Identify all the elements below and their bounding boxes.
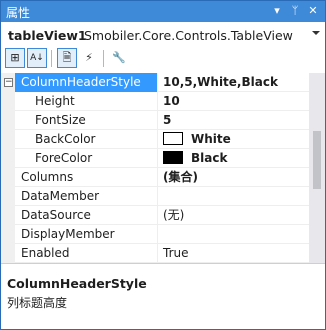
property-name: ForeColor [15,149,158,168]
alphabetical-icon[interactable]: A↓ [27,48,47,68]
property-row-backcolor[interactable]: BackColor White [1,130,309,149]
properties-toolbar: ⊞ A↓ 🗎 ⚡ 🔧 [1,46,325,72]
property-grid: − ColumnHeaderStyle 10,5,White,Black Hei… [1,73,309,263]
row-gutter [1,244,15,263]
events-icon[interactable]: ⚡ [79,48,99,68]
properties-window: 属性 ▾ ᛘ ✕ tableView1 Smobiler.Core.Contro… [0,0,326,330]
property-row-height[interactable]: Height 10 [1,92,309,111]
color-swatch-white [163,132,183,145]
properties-icon[interactable]: 🗎 [57,48,77,68]
row-gutter [1,206,15,225]
close-icon[interactable]: ✕ [305,3,321,19]
row-gutter [1,187,15,206]
title-bar: 属性 ▾ ᛘ ✕ [1,1,325,22]
window-title: 属性 [6,6,31,20]
window-position-dropdown-icon[interactable]: ▾ [269,3,285,19]
property-value[interactable]: (无) [159,206,309,225]
property-row-displaymember[interactable]: DisplayMember [1,225,309,244]
property-row-datasource[interactable]: DataSource (无) [1,206,309,225]
property-row-forecolor[interactable]: ForeColor Black [1,149,309,168]
property-value[interactable] [159,225,309,244]
property-value: White [191,132,231,146]
categorized-icon[interactable]: ⊞ [5,48,25,68]
object-name: tableView1 [8,28,87,43]
property-value[interactable]: 10 [159,92,309,111]
row-gutter [1,111,15,130]
property-row-columns[interactable]: Columns (集合) [1,168,309,187]
pin-icon[interactable]: ᛘ [287,3,303,19]
description-panel: ColumnHeaderStyle 列标题高度 [1,263,325,329]
property-name: DisplayMember [15,225,158,244]
property-value[interactable]: 10,5,White,Black [159,73,309,92]
property-value[interactable] [159,187,309,206]
object-type: Smobiler.Core.Controls.TableView [84,28,293,43]
object-selector[interactable]: tableView1 Smobiler.Core.Controls.TableV… [3,24,323,45]
row-gutter [1,225,15,244]
row-gutter [1,92,15,111]
row-gutter [1,130,15,149]
toolbar-separator [51,50,52,67]
property-value[interactable]: 5 [159,111,309,130]
row-gutter [1,149,15,168]
toolbar-separator [103,50,104,67]
row-gutter: − [1,73,15,92]
property-name: DataSource [15,206,158,225]
description-text: 列标题高度 [7,296,68,310]
chevron-down-icon[interactable] [312,31,320,35]
property-value[interactable]: (集合) [159,168,309,187]
row-gutter [1,168,15,187]
property-row-enabled[interactable]: Enabled True [1,244,309,263]
collapse-icon[interactable]: − [4,78,13,87]
property-name: FontSize [15,111,158,130]
property-row-columnheaderstyle[interactable]: − ColumnHeaderStyle 10,5,White,Black [1,73,309,92]
color-swatch-black [163,151,183,164]
property-name: Enabled [15,244,158,263]
property-name: BackColor [15,130,158,149]
property-name: Columns [15,168,158,187]
description-title: ColumnHeaderStyle [7,276,147,291]
property-name: ColumnHeaderStyle [15,73,158,92]
property-name: DataMember [15,187,158,206]
property-row-fontsize[interactable]: FontSize 5 [1,111,309,130]
property-name: Height [15,92,158,111]
property-value-container[interactable]: Black [159,149,309,168]
property-pages-icon[interactable]: 🔧 [109,48,129,68]
vertical-scrollbar[interactable] [309,73,325,263]
property-value-container[interactable]: White [159,130,309,149]
property-value[interactable]: True [159,244,309,263]
scrollbar-thumb[interactable] [313,131,321,189]
property-row-datamember[interactable]: DataMember [1,187,309,206]
property-value: Black [191,151,228,165]
